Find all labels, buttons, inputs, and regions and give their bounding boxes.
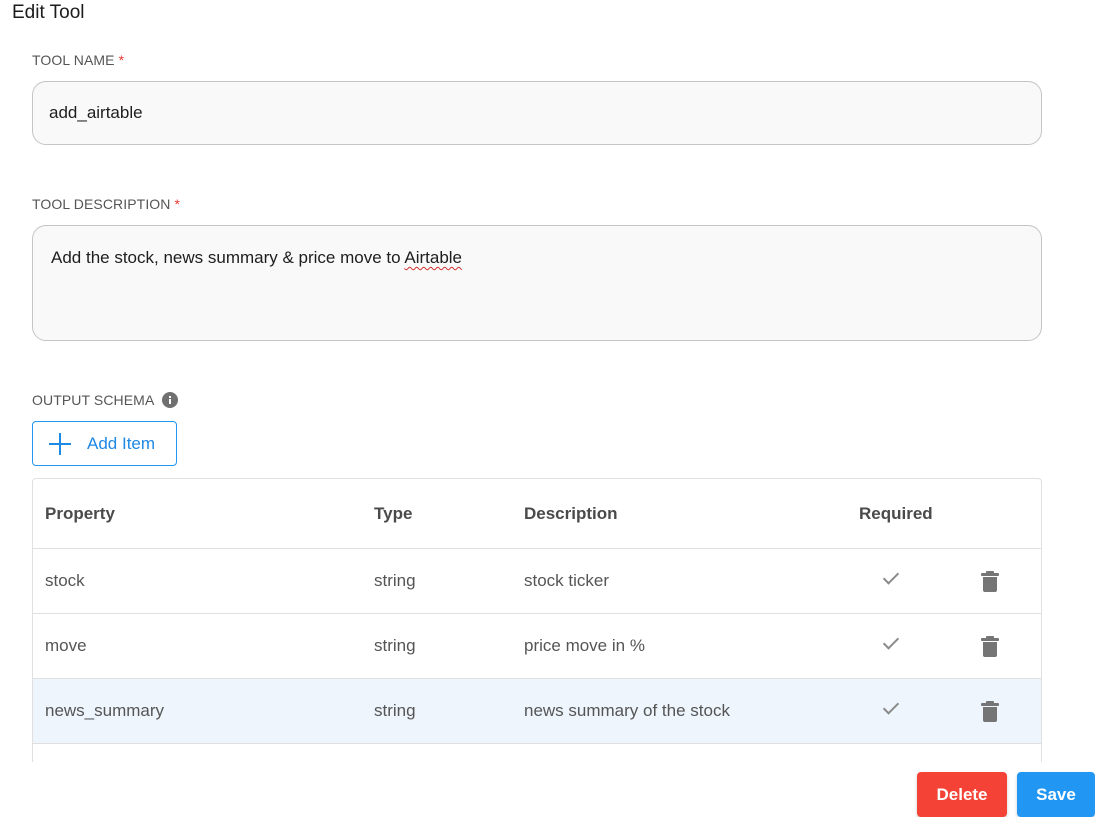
cell-description[interactable]: stock ticker [524, 571, 609, 591]
save-button[interactable]: Save [1017, 772, 1095, 817]
cell-type[interactable]: string [374, 571, 416, 591]
table-row[interactable]: news_summary string news summary of the … [33, 679, 1041, 744]
delete-button[interactable]: Delete [917, 772, 1007, 817]
plus-icon [49, 432, 71, 455]
table-header-row: Property Type Description Required [33, 479, 1041, 549]
check-icon[interactable] [881, 572, 901, 586]
tool-name-label: TOOL NAME * [32, 52, 124, 68]
trash-icon[interactable] [981, 701, 999, 723]
required-mark: * [174, 196, 181, 212]
tool-description-text: Add the stock, news summary & price move… [51, 248, 405, 267]
table-row[interactable]: stock string stock ticker [33, 549, 1041, 614]
spellcheck-word: Airtable [404, 248, 463, 267]
cell-description[interactable]: news summary of the stock [524, 701, 730, 721]
cell-description[interactable]: price move in % [524, 636, 645, 656]
tool-name-input[interactable]: add_airtable [32, 81, 1042, 145]
info-icon[interactable] [162, 392, 179, 408]
column-header-required: Required [859, 503, 933, 523]
tool-description-textarea[interactable]: Add the stock, news summary & price move… [32, 225, 1042, 341]
cell-property[interactable]: move [45, 636, 87, 656]
column-header-property: Property [45, 503, 115, 523]
page-title: Edit Tool [12, 2, 85, 23]
cell-property[interactable]: stock [45, 571, 85, 591]
output-schema-label: OUTPUT SCHEMA [32, 392, 179, 408]
cell-property[interactable]: news_summary [45, 701, 164, 721]
cell-type[interactable]: string [374, 636, 416, 656]
column-header-type: Type [374, 503, 413, 523]
tool-description-label: TOOL DESCRIPTION * [32, 196, 180, 212]
add-item-label: Add Item [87, 433, 156, 453]
required-mark: * [118, 52, 125, 68]
add-item-button[interactable]: Add Item [32, 421, 177, 466]
column-header-description: Description [524, 503, 618, 523]
tool-description-label-text: TOOL DESCRIPTION [32, 196, 171, 212]
table-row[interactable]: move string price move in % [33, 614, 1041, 679]
check-icon[interactable] [881, 637, 901, 651]
tool-name-label-text: TOOL NAME [32, 52, 115, 68]
schema-table: Property Type Description Required stock… [32, 478, 1042, 762]
check-icon[interactable] [881, 702, 901, 716]
output-schema-label-text: OUTPUT SCHEMA [32, 392, 155, 408]
cell-type[interactable]: string [374, 701, 416, 721]
trash-icon[interactable] [981, 571, 999, 593]
trash-icon[interactable] [981, 636, 999, 658]
tool-name-value: add_airtable [49, 103, 143, 122]
